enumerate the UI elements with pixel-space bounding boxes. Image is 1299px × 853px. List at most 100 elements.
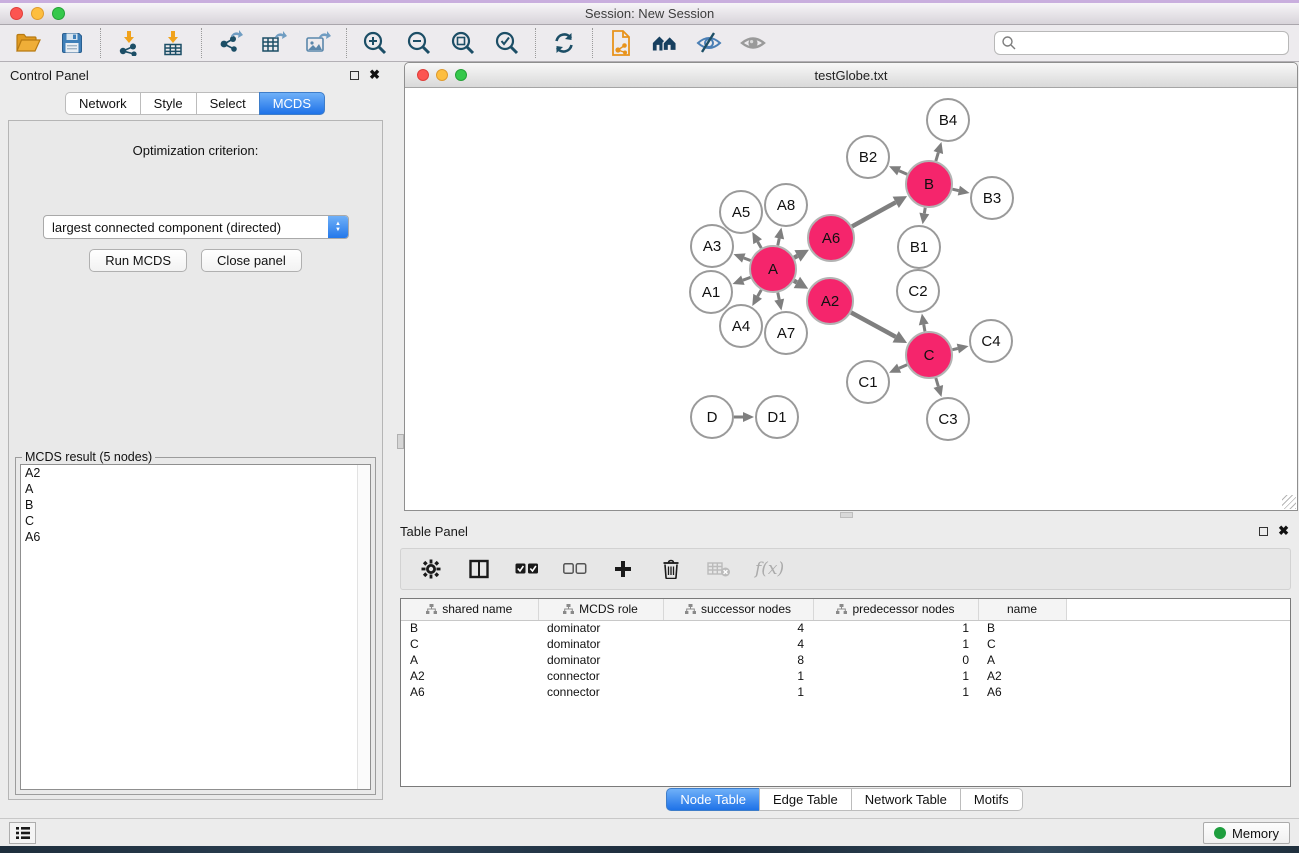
graph-edge[interactable] [952,348,957,349]
graph-edge[interactable] [936,378,938,386]
save-session-icon[interactable] [58,29,86,57]
column-header[interactable]: MCDS role [538,599,663,620]
tab-style[interactable]: Style [140,92,196,115]
graph-edge[interactable] [794,256,797,258]
export-table-icon[interactable] [260,29,288,57]
table-cell[interactable]: 1 [663,684,813,700]
table-cell[interactable]: 4 [663,620,813,636]
close-icon[interactable]: ✖ [369,70,380,80]
node-table[interactable]: shared nameMCDS rolesuccessor nodesprede… [400,598,1291,787]
table-cell[interactable]: 1 [663,668,813,684]
table-cell[interactable]: A [978,652,1066,668]
tab-network-table[interactable]: Network Table [851,788,960,811]
graph-edge[interactable] [778,293,779,300]
graph-edge[interactable] [936,153,938,161]
column-header[interactable]: name [978,599,1066,620]
tab-motifs[interactable]: Motifs [960,788,1023,811]
search-box[interactable] [994,31,1289,55]
table-row[interactable]: Cdominator41C [401,636,1290,652]
splitter-grip[interactable] [397,434,404,449]
graph-edge[interactable] [852,202,896,226]
column-header[interactable]: successor nodes [663,599,813,620]
table-cell[interactable]: connector [538,668,663,684]
deselect-all-icon[interactable] [563,557,587,581]
close-panel-button[interactable]: Close panel [201,249,302,272]
network-window-titlebar[interactable]: testGlobe.txt [405,63,1297,88]
table-cell[interactable]: 0 [813,652,978,668]
graph-edge[interactable] [952,189,958,190]
zoom-in-icon[interactable] [361,29,389,57]
table-row[interactable]: Adominator80A [401,652,1290,668]
table-cell[interactable]: A6 [401,684,538,700]
table-cell[interactable]: 4 [663,636,813,652]
zoom-selected-icon[interactable] [493,29,521,57]
import-network-icon[interactable] [115,29,143,57]
graph-edge[interactable] [758,290,762,296]
function-builder-icon[interactable]: f(x) [755,559,784,579]
export-image-icon[interactable] [304,29,332,57]
graph-edge[interactable] [899,171,907,175]
horizontal-splitter[interactable] [390,511,1299,518]
table-cell[interactable]: 1 [813,684,978,700]
delete-table-icon[interactable] [707,557,731,581]
graph-edge[interactable] [778,238,779,245]
tab-mcds[interactable]: MCDS [259,92,325,115]
table-row[interactable]: A6connector11A6 [401,684,1290,700]
table-cell[interactable]: 1 [813,620,978,636]
search-input[interactable] [1017,36,1288,50]
export-network-icon[interactable] [216,29,244,57]
table-cell[interactable]: 8 [663,652,813,668]
graph-edge[interactable] [924,208,925,214]
graph-edge[interactable] [794,281,797,283]
table-row[interactable]: Bdominator41B [401,620,1290,636]
zoom-out-icon[interactable] [405,29,433,57]
column-header[interactable]: predecessor nodes [813,599,978,620]
show-columns-icon[interactable] [467,557,491,581]
tab-network[interactable]: Network [65,92,140,115]
table-cell[interactable]: B [978,620,1066,636]
result-item[interactable]: A6 [21,529,370,545]
result-item[interactable]: A [21,481,370,497]
result-item[interactable]: C [21,513,370,529]
table-cell[interactable]: A [401,652,538,668]
hide-panels-icon[interactable] [695,29,723,57]
result-item[interactable]: B [21,497,370,513]
table-cell[interactable]: C [401,636,538,652]
resize-grip-icon[interactable] [1282,495,1296,509]
table-cell[interactable]: dominator [538,636,663,652]
close-icon[interactable]: ✖ [1278,526,1289,536]
refresh-icon[interactable] [550,29,578,57]
show-all-networks-icon[interactable] [651,29,679,57]
show-panels-icon[interactable] [739,29,767,57]
delete-icon[interactable] [659,557,683,581]
tab-node-table[interactable]: Node Table [666,788,759,811]
table-cell[interactable]: dominator [538,620,663,636]
scrollbar-track[interactable] [357,465,370,789]
graph-edge[interactable] [899,365,907,369]
zoom-fit-icon[interactable] [449,29,477,57]
column-header[interactable]: shared name [401,599,538,620]
table-cell[interactable]: B [401,620,538,636]
table-cell[interactable]: C [978,636,1066,652]
graph-edge[interactable] [743,277,751,280]
select-all-icon[interactable] [515,557,539,581]
task-history-button[interactable] [9,822,36,844]
table-cell[interactable]: A2 [401,668,538,684]
table-cell[interactable]: 1 [813,668,978,684]
table-cell[interactable]: A6 [978,684,1066,700]
tab-select[interactable]: Select [196,92,259,115]
import-table-icon[interactable] [159,29,187,57]
graph-edge[interactable] [758,242,762,248]
criterion-select[interactable]: largest connected component (directed) ▲… [43,215,349,239]
tab-edge-table[interactable]: Edge Table [759,788,851,811]
table-cell[interactable]: dominator [538,652,663,668]
new-network-from-file-icon[interactable] [607,29,635,57]
add-icon[interactable] [611,557,635,581]
table-cell[interactable]: A2 [978,668,1066,684]
graph-edge[interactable] [744,258,751,261]
graph-edge[interactable] [924,325,925,332]
graph-edge[interactable] [851,312,896,336]
table-cell[interactable]: 1 [813,636,978,652]
table-row[interactable]: A2connector11A2 [401,668,1290,684]
table-settings-icon[interactable] [419,557,443,581]
